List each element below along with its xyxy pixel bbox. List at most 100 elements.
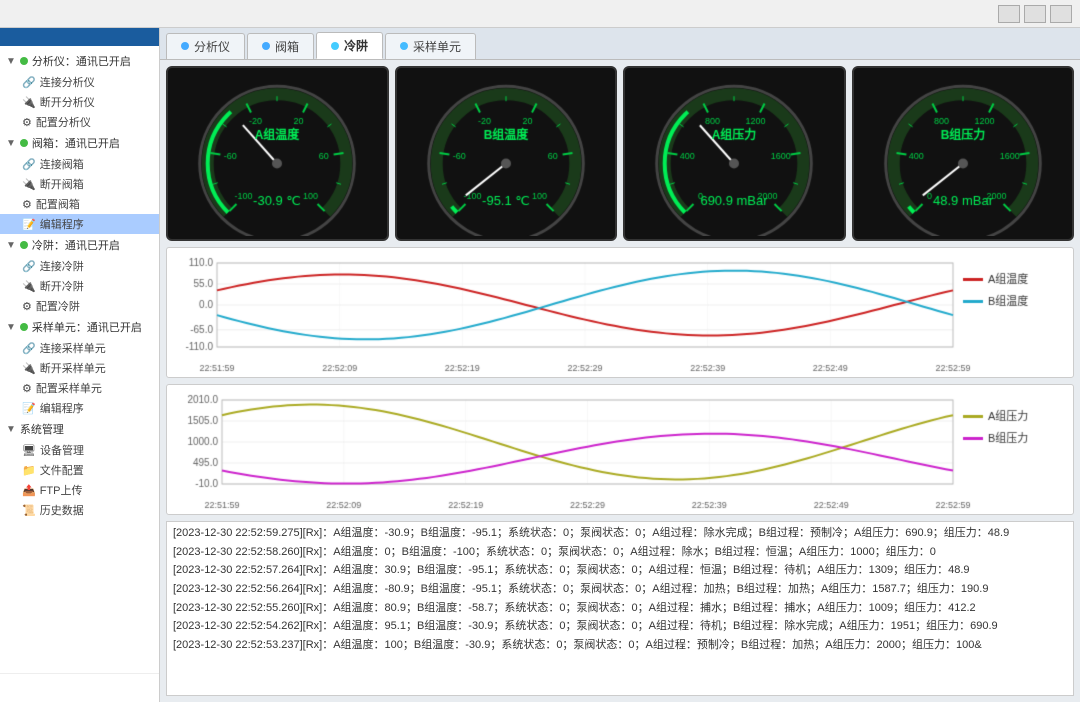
sidebar-item-config-sample[interactable]: ⚙配置采样单元: [0, 378, 159, 398]
sidebar-item-history[interactable]: 📜历史数据: [0, 500, 159, 520]
gauge-b-pressure: [852, 66, 1075, 241]
item-icon: 🔗: [22, 342, 36, 355]
sidebar-item-config-analyzer[interactable]: ⚙配置分析仪: [0, 112, 159, 132]
item-icon: 📤: [22, 484, 36, 497]
tab-cold[interactable]: 冷阱: [316, 32, 383, 59]
log-area[interactable]: [2023-12-30 22:52:59.275][Rx]：A组温度：-30.9…: [166, 521, 1074, 696]
sidebar-datetime: [0, 673, 159, 702]
tab-dot-sample: [400, 42, 408, 50]
item-icon: 📝: [22, 402, 36, 415]
log-line: [2023-12-30 22:52:56.264][Rx]：A组温度：-80.9…: [173, 580, 1067, 599]
sidebar-item-disconnect-sample[interactable]: 🔌断开采样单元: [0, 358, 159, 378]
sidebar: ▼ 分析仪：通讯已开启 🔗连接分析仪 🔌断开分析仪 ⚙配置分析仪 ▼: [0, 28, 160, 702]
arrow-icon: ▼: [6, 322, 16, 333]
chart-canvas-temperature: [167, 248, 1073, 377]
gauge-canvas-a-temp: [182, 71, 372, 236]
item-icon: 🔌: [22, 178, 36, 191]
item-icon: 🔗: [22, 76, 36, 89]
sidebar-tree: ▼ 分析仪：通讯已开启 🔗连接分析仪 🔌断开分析仪 ⚙配置分析仪 ▼: [0, 46, 159, 673]
gauge-canvas-b-temp: [411, 71, 601, 236]
sidebar-item-disconnect-analyzer[interactable]: 🔌断开分析仪: [0, 92, 159, 112]
arrow-icon: ▼: [6, 138, 16, 149]
log-line: [2023-12-30 22:52:59.275][Rx]：A组温度：-30.9…: [173, 524, 1067, 543]
item-icon: ⚙: [22, 382, 32, 395]
sidebar-item-edit-valve[interactable]: 📝编辑程序: [0, 214, 159, 234]
item-icon: 🔌: [22, 96, 36, 109]
tab-dot-valve: [262, 42, 270, 50]
group-label-valve: 阀箱：通讯已开启: [32, 135, 120, 151]
item-icon: ⚙: [22, 300, 32, 313]
tab-sample[interactable]: 采样单元: [385, 33, 476, 59]
sidebar-item-connect-sample[interactable]: 🔗连接采样单元: [0, 338, 159, 358]
window-controls: [998, 5, 1072, 23]
tab-label-analyzer: 分析仪: [194, 38, 230, 55]
tree-group-cold: ▼ 冷阱：通讯已开启 🔗连接冷阱 🔌断开冷阱 ⚙配置冷阱: [0, 234, 159, 316]
log-line: [2023-12-30 22:52:58.260][Rx]：A组温度：0；B组温…: [173, 543, 1067, 562]
sidebar-item-config-cold[interactable]: ⚙配置冷阱: [0, 296, 159, 316]
tree-group-sample: ▼ 采样单元：通讯已开启 🔗连接采样单元 🔌断开采样单元 ⚙配置采样单元 📝编辑…: [0, 316, 159, 418]
tree-group-valve: ▼ 阀箱：通讯已开启 🔗连接阀箱 🔌断开阀箱 ⚙配置阀箱 📝编辑程序: [0, 132, 159, 234]
item-icon: 🔗: [22, 158, 36, 171]
gauge-canvas-a-pressure: [639, 71, 829, 236]
tab-label-sample: 采样单元: [413, 38, 461, 55]
tab-dot-cold: [331, 42, 339, 50]
log-line: [2023-12-30 22:52:55.260][Rx]：A组温度：80.9；…: [173, 599, 1067, 618]
status-dot-analyzer: [20, 57, 28, 65]
gauge-a-pressure: [623, 66, 846, 241]
logo-area: [0, 28, 159, 46]
chart-pressure: [166, 384, 1074, 515]
item-icon: ⚙: [22, 116, 32, 129]
group-label-sample: 采样单元：通讯已开启: [32, 319, 142, 335]
log-line: [2023-12-30 22:52:57.264][Rx]：A组温度：30.9；…: [173, 561, 1067, 580]
status-dot-cold: [20, 241, 28, 249]
group-label-analyzer: 分析仪：通讯已开启: [32, 53, 131, 69]
sidebar-time-weekday: [8, 682, 151, 694]
tab-valve[interactable]: 阀箱: [247, 33, 314, 59]
tab-dot-analyzer: [181, 42, 189, 50]
charts-area: [166, 247, 1074, 515]
tree-group-header-analyzer[interactable]: ▼ 分析仪：通讯已开启: [0, 50, 159, 72]
sidebar-item-connect-cold[interactable]: 🔗连接冷阱: [0, 256, 159, 276]
item-icon: 🖥: [22, 444, 36, 457]
sidebar-item-file-config[interactable]: 📁文件配置: [0, 460, 159, 480]
item-icon: 🔌: [22, 280, 36, 293]
chart-temperature: [166, 247, 1074, 378]
tree-group-header-sample[interactable]: ▼ 采样单元：通讯已开启: [0, 316, 159, 338]
sidebar-item-disconnect-valve[interactable]: 🔌断开阀箱: [0, 174, 159, 194]
content-area: 分析仪 阀箱 冷阱 采样单元: [160, 28, 1080, 702]
item-icon: 🔗: [22, 260, 36, 273]
group-label-cold: 冷阱：通讯已开启: [32, 237, 120, 253]
item-icon: ⚙: [22, 198, 32, 211]
group-label-system: 系统管理: [20, 421, 64, 437]
item-icon: 📜: [22, 504, 36, 517]
tree-group-header-valve[interactable]: ▼ 阀箱：通讯已开启: [0, 132, 159, 154]
sidebar-item-connect-valve[interactable]: 🔗连接阀箱: [0, 154, 159, 174]
maximize-button[interactable]: [1024, 5, 1046, 23]
sidebar-item-disconnect-cold[interactable]: 🔌断开冷阱: [0, 276, 159, 296]
titlebar: [0, 0, 1080, 28]
tab-label-cold: 冷阱: [344, 37, 368, 54]
sidebar-item-edit-sample[interactable]: 📝编辑程序: [0, 398, 159, 418]
status-dot-sample: [20, 323, 28, 331]
sidebar-item-config-valve[interactable]: ⚙配置阀箱: [0, 194, 159, 214]
status-dot-valve: [20, 139, 28, 147]
tree-group-analyzer: ▼ 分析仪：通讯已开启 🔗连接分析仪 🔌断开分析仪 ⚙配置分析仪: [0, 50, 159, 132]
minimize-button[interactable]: [998, 5, 1020, 23]
sidebar-item-device-mgmt[interactable]: 🖥设备管理: [0, 440, 159, 460]
gauges-row: [166, 66, 1074, 241]
sidebar-item-connect-analyzer[interactable]: 🔗连接分析仪: [0, 72, 159, 92]
gauge-b-temp: [395, 66, 618, 241]
log-line: [2023-12-30 22:52:53.237][Rx]：A组温度：100；B…: [173, 636, 1067, 655]
chart-canvas-pressure: [167, 385, 1073, 514]
item-icon: 🔌: [22, 362, 36, 375]
sidebar-item-ftp[interactable]: 📤FTP上传: [0, 480, 159, 500]
content-body: [2023-12-30 22:52:59.275][Rx]：A组温度：-30.9…: [160, 60, 1080, 702]
tab-bar: 分析仪 阀箱 冷阱 采样单元: [160, 28, 1080, 60]
tree-group-header-cold[interactable]: ▼ 冷阱：通讯已开启: [0, 234, 159, 256]
tree-group-header-system[interactable]: ▼ 系统管理: [0, 418, 159, 440]
tab-analyzer[interactable]: 分析仪: [166, 33, 245, 59]
gauge-a-temp: [166, 66, 389, 241]
log-line: [2023-12-30 22:52:54.262][Rx]：A组温度：95.1；…: [173, 617, 1067, 636]
close-button[interactable]: [1050, 5, 1072, 23]
gauge-canvas-b-pressure: [868, 71, 1058, 236]
